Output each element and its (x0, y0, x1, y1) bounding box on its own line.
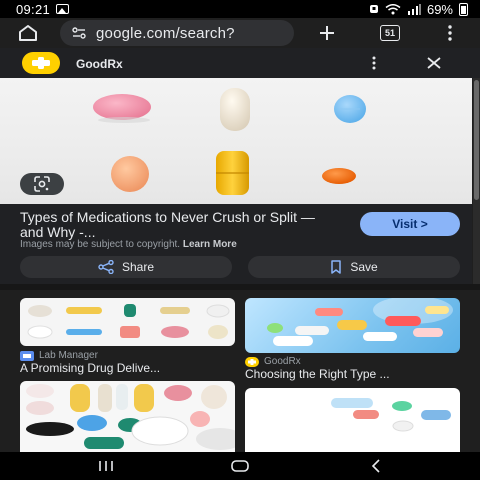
home-button[interactable] (16, 21, 40, 45)
related-image-1[interactable] (20, 298, 235, 346)
status-bar: 09:21 69% (0, 0, 480, 18)
related-source-name-1: Lab Manager (39, 350, 98, 361)
signal-icon (407, 3, 421, 15)
copyright-notice: Images may be subject to copyright. Lear… (20, 239, 237, 250)
assorted-pills-thumbnail (26, 384, 235, 450)
more-vert-icon (372, 56, 376, 70)
scrollbar-thumb[interactable] (474, 80, 479, 200)
wifi-icon (385, 3, 401, 14)
browser-toolbar: google.com/search? 51 (0, 18, 480, 48)
back-button[interactable] (364, 458, 388, 474)
new-tab-button[interactable] (316, 22, 338, 44)
browser-menu-button[interactable] (440, 22, 460, 44)
share-icon (98, 260, 114, 274)
capsules-thumbnail (267, 298, 453, 346)
site-settings-icon[interactable] (72, 27, 86, 39)
related-image-3[interactable] (20, 381, 235, 452)
share-label: Share (121, 260, 155, 274)
share-button[interactable]: Share (20, 256, 232, 278)
home-nav-button[interactable] (228, 458, 252, 474)
related-image-2[interactable] (245, 298, 460, 353)
pills-photo (93, 88, 366, 195)
save-label: Save (350, 260, 378, 274)
image-source-header: GoodRx (0, 48, 480, 78)
gallery-notification-icon (56, 4, 70, 14)
plus-icon (320, 26, 334, 40)
more-vert-icon (448, 25, 452, 41)
lens-icon (34, 176, 50, 192)
close-icon (427, 57, 441, 69)
home-icon (19, 25, 37, 41)
recents-button[interactable] (94, 458, 118, 474)
battery-icon (459, 2, 468, 16)
result-title[interactable]: Types of Medications to Never Crush or S… (20, 210, 320, 240)
save-button[interactable]: Save (248, 256, 460, 278)
related-title-2[interactable]: Choosing the Right Type ... (245, 367, 390, 381)
related-source-name-2: GoodRx (264, 356, 301, 367)
alarm-icon (369, 5, 378, 13)
lab-manager-favicon-icon (20, 350, 34, 361)
medicine-thumbnail (331, 398, 451, 432)
visit-button[interactable]: Visit > (360, 212, 460, 236)
pills-thumbnail (27, 304, 230, 339)
result-info: Types of Medications to Never Crush or S… (0, 204, 472, 284)
url-text: google.com/search? (96, 24, 235, 42)
copyright-text: Images may be subject to copyright. (20, 239, 181, 250)
address-bar[interactable]: google.com/search? (60, 20, 294, 46)
source-name: GoodRx (76, 57, 123, 71)
section-divider (0, 284, 480, 290)
home-nav-icon (231, 460, 249, 472)
tab-switcher-button[interactable]: 51 (380, 25, 400, 41)
more-options-button[interactable] (368, 55, 380, 71)
back-icon (371, 459, 380, 473)
google-lens-button[interactable] (20, 173, 64, 195)
bookmark-icon (331, 260, 342, 274)
related-title-1[interactable]: A Promising Drug Delive... (20, 361, 160, 375)
related-image-4[interactable] (245, 388, 460, 452)
related-source-1: Lab Manager (20, 350, 98, 361)
related-source-2: GoodRx (245, 356, 301, 367)
recents-icon (99, 461, 113, 471)
goodrx-favicon-icon (245, 356, 259, 367)
plus-logo-icon (32, 57, 50, 69)
preview-image[interactable] (0, 78, 472, 204)
goodrx-logo (22, 52, 60, 74)
learn-more-link[interactable]: Learn More (183, 239, 237, 250)
battery-percent: 69% (426, 1, 453, 17)
status-time: 09:21 (16, 1, 51, 17)
close-button[interactable] (424, 54, 444, 72)
system-navigation-bar (0, 452, 480, 480)
